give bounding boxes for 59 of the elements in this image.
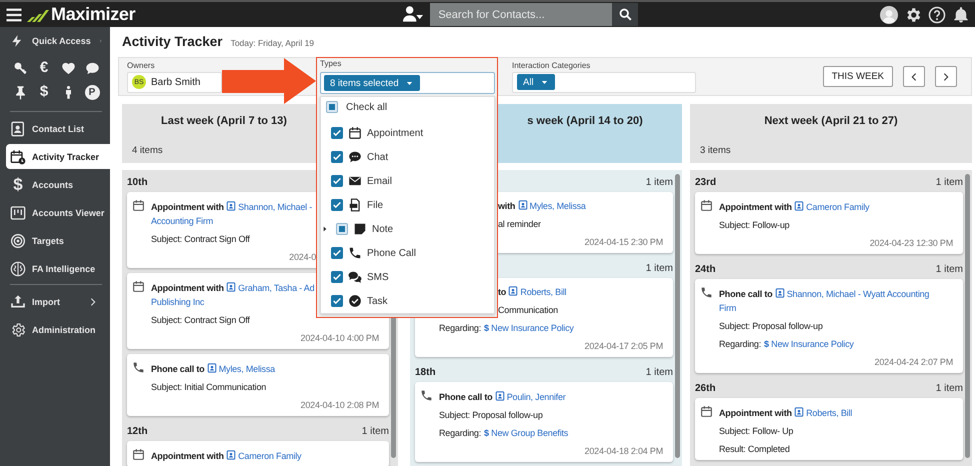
item-count: 1 item	[936, 382, 963, 394]
activity-title: Appointment with	[151, 451, 224, 461]
activity-title: Appointment with	[719, 202, 792, 212]
activity-date: 2024-04-10 2:08 PM	[300, 400, 379, 410]
dollar-sign: $	[12, 174, 24, 194]
regarding-label: Regarding:	[719, 339, 762, 349]
item-count: 1 item	[936, 264, 963, 274]
activity-detail: Subject: Contract Sign Off	[151, 315, 250, 325]
page-title: Activity Tracker	[122, 34, 223, 49]
day-label: 12th	[127, 426, 148, 436]
regarding-label: Regarding:	[439, 428, 482, 438]
activity-detail: al reminder	[498, 219, 541, 229]
activity-detail: Subject: Proposal follow-up	[439, 410, 543, 420]
dollar-sign: $	[484, 323, 489, 333]
activity-detail: Communication	[498, 305, 558, 315]
item-count: 1 item	[646, 262, 673, 274]
dollar-sign: $	[764, 339, 769, 349]
dollar-sign: $	[484, 428, 489, 438]
activity-detail: Result: Completed	[719, 444, 790, 454]
day-label: 26th	[695, 382, 716, 394]
item-count: 1 item	[936, 176, 963, 188]
activity-date: 2024-04-15 2:30 PM	[584, 237, 663, 247]
today-date: Today: Friday, April 19	[230, 38, 314, 48]
field-label: Types	[320, 59, 342, 68]
activity-title: to	[498, 287, 506, 297]
item-count: 1 item	[646, 366, 673, 378]
week-title: Next week (April 21 to 27)	[764, 115, 898, 127]
activity-title: Phone call to	[439, 392, 492, 402]
activity-detail: Subject: Follow- Up	[719, 426, 794, 436]
activity-detail: Subject: Follow-up	[719, 220, 790, 230]
activity-date: 2024-04-18 2:04 PM	[584, 446, 663, 456]
activity-detail: Subject: Proposal follow-up	[719, 321, 823, 331]
activity-detail: Subject: Initial Communication	[151, 382, 266, 392]
activity-title: Appointment with	[719, 408, 792, 418]
item-count: 1 item	[362, 426, 389, 436]
activity-title: Appointment with	[151, 202, 224, 212]
item-count: 3 items	[700, 145, 731, 156]
activity-title: Phone call to	[151, 364, 204, 374]
day-label: 10th	[127, 176, 148, 188]
day-label: 23rd	[695, 176, 716, 188]
week-title: s week (April 14 to 20)	[527, 115, 643, 127]
activity-title: with	[498, 201, 516, 211]
item-count: 1 item	[646, 176, 673, 188]
week-title: Last week (April 7 to 13)	[161, 115, 287, 127]
activity-date: 2024-04-10 4:00 PM	[300, 333, 379, 343]
activity-date: 2024-04-17 2:05 PM	[584, 341, 663, 351]
logo-text: Maximizer	[51, 4, 136, 25]
field-label: Interaction Categories	[512, 60, 592, 70]
activity-title: Appointment with	[151, 283, 224, 293]
day-label: 18th	[415, 366, 436, 378]
item-count: 4 items	[132, 145, 163, 156]
day-label: 24th	[695, 264, 716, 274]
activity-date: 2024-04-24 2:07 PM	[874, 357, 953, 367]
activity-date: 2024-0	[289, 252, 316, 262]
activity-date: 2024-04-23 12:30 PM	[870, 238, 953, 248]
activity-detail: Subject: Contract Sign Off	[151, 234, 250, 244]
field-label: Owners	[127, 60, 156, 70]
regarding-label: Regarding:	[439, 323, 482, 333]
activity-title: Phone call to	[719, 289, 772, 299]
